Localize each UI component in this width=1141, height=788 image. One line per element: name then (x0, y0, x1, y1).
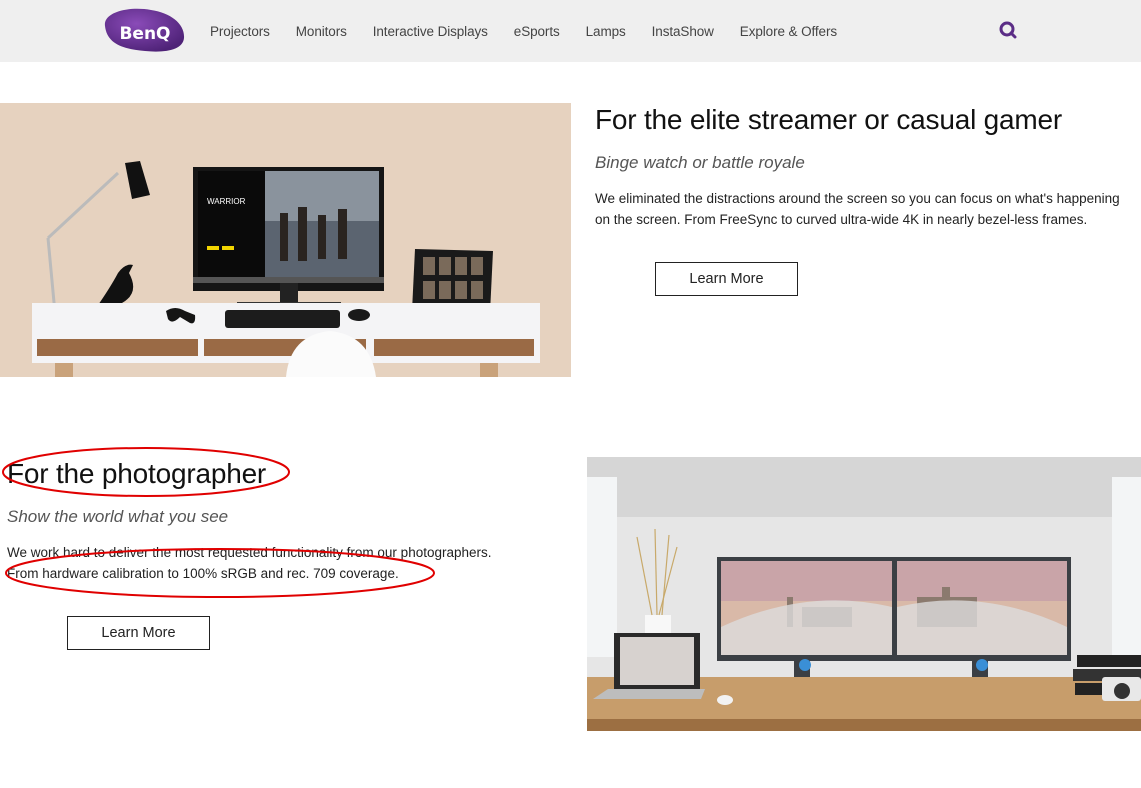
section-gamer-title: For the elite streamer or casual gamer (595, 104, 1063, 135)
photographer-desk-image (587, 457, 1141, 731)
nav-esports[interactable]: eSports (514, 24, 560, 39)
description-line: on the screen. From FreeSync to curved u… (595, 212, 1088, 227)
search-icon[interactable] (997, 19, 1019, 41)
section-gamer-subtitle: Binge watch or battle royale (595, 153, 805, 172)
section-photographer-subtitle: Show the world what you see (7, 507, 229, 526)
main-nav: Projectors Monitors Interactive Displays… (210, 0, 863, 62)
section-photographer-description: We work hard to deliver the most request… (7, 542, 492, 584)
benq-logo[interactable]: BenQ (99, 6, 186, 54)
section-gamer-description: We eliminated the distractions around th… (595, 188, 1120, 230)
learn-more-photographer-button[interactable]: Learn More (67, 616, 210, 650)
description-line: We work hard to deliver the most request… (7, 545, 492, 560)
nav-interactive-displays[interactable]: Interactive Displays (373, 24, 488, 39)
nav-explore-offers[interactable]: Explore & Offers (740, 24, 837, 39)
nav-monitors[interactable]: Monitors (296, 24, 347, 39)
nav-instashow[interactable]: InstaShow (652, 24, 714, 39)
nav-projectors[interactable]: Projectors (210, 24, 270, 39)
gamer-desk-image: WARRIOR (0, 103, 571, 377)
svg-text:BenQ: BenQ (119, 24, 170, 44)
svg-text:WARRIOR: WARRIOR (207, 197, 246, 206)
learn-more-gamer-button[interactable]: Learn More (655, 262, 798, 296)
site-header: BenQ Projectors Monitors Interactive Dis… (0, 0, 1141, 62)
nav-lamps[interactable]: Lamps (586, 24, 626, 39)
description-line: We eliminated the distractions around th… (595, 191, 1120, 206)
section-photographer-title: For the photographer (7, 458, 267, 489)
description-line: From hardware calibration to 100% sRGB a… (7, 566, 399, 581)
